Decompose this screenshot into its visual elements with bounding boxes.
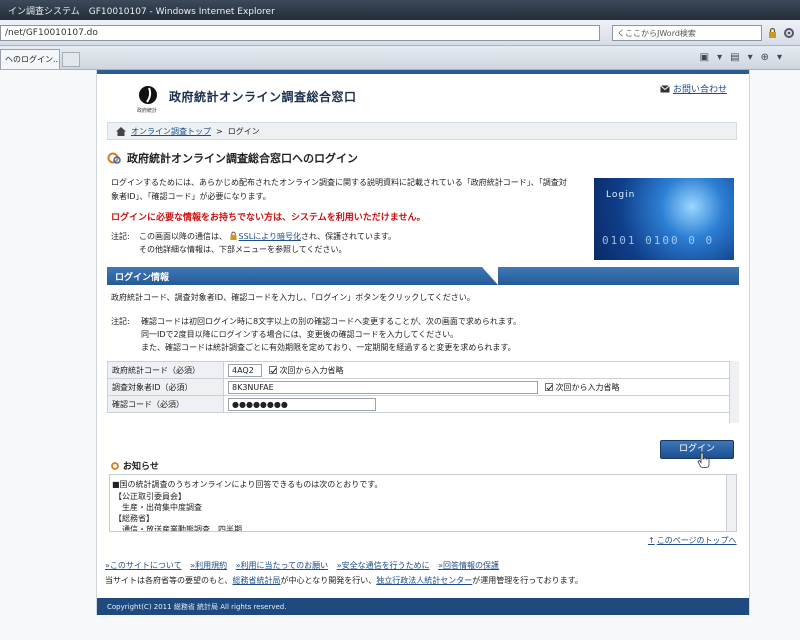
search-input[interactable]: くここからJWord検索 — [612, 25, 762, 41]
password-label: 確認コード（必須） — [107, 395, 224, 413]
page-title-text: 政府統計オンライン調査総合窓口へのログイン — [127, 152, 358, 165]
code-note-line: 確認コードは初回ログイン時に8文字以上の別の確認コードへ変更することが、次の画面… — [141, 317, 522, 326]
hand-cursor-icon — [697, 452, 710, 468]
id-label: 調査対象者ID（必須） — [107, 378, 224, 396]
remember-id-checkbox[interactable] — [544, 382, 553, 391]
ssl-link[interactable]: SSLにより暗号化 — [239, 232, 301, 241]
copyright: Copyright(C) 2011 総務省 統計局 All rights res… — [97, 598, 749, 615]
remember-id-label: 次回から入力省略 — [555, 382, 620, 392]
footer-link-request[interactable]: »利用に当たってのお願い — [236, 561, 329, 570]
note-text-c: その他詳細な情報は、下部メニューを参照してください。 — [139, 245, 347, 254]
login-form: 政府統計コード（必須） 4AQ2 次回から入力省略 調査対象者ID（必須） 8K… — [107, 361, 739, 413]
remember-code-checkbox[interactable] — [268, 365, 277, 374]
address-bar: /net/GF10010107.do くここからJWord検索 — [0, 20, 800, 46]
remember-code-label: 次回から入力省略 — [279, 365, 344, 375]
login-info-header: ログイン情報 — [107, 267, 739, 285]
statistics-center-link[interactable]: 独立行政法人統計センター — [376, 576, 472, 585]
logo-caption: 政府統計 — [137, 108, 158, 114]
news-heading-text: お知らせ — [123, 462, 159, 472]
footer-link-privacy[interactable]: »回答情報の保護 — [438, 561, 499, 570]
footer-link-about[interactable]: »このサイトについて — [105, 561, 182, 570]
mail-icon — [660, 84, 670, 92]
toolbar-icons[interactable]: ▣▾▤▾⊕▾ — [700, 52, 790, 63]
contact-link[interactable]: お問い合わせ — [660, 82, 727, 95]
form-row-password: 確認コード（必須） ●●●●●●●● — [107, 395, 739, 413]
form-row-id: 調査対象者ID（必須） 8K3NUFAE 次回から入力省略 — [107, 378, 739, 396]
respondent-id-input[interactable]: 8K3NUFAE — [228, 380, 538, 394]
code-note-label: 注記: — [111, 317, 130, 326]
logo-icon — [139, 86, 157, 104]
news-heading: お知らせ — [111, 459, 159, 472]
form-row-code: 政府統計コード（必須） 4AQ2 次回から入力省略 — [107, 361, 739, 379]
site-header: 政府統計 政府統計オンライン調査総合窓口 お問い合わせ — [97, 70, 749, 116]
breadcrumb-separator: > — [216, 126, 223, 136]
code-cell: 4AQ2 次回から入力省略 — [223, 361, 739, 379]
arrow-up-icon: ↑ — [648, 536, 655, 545]
footer-link-security[interactable]: »安全な通信を行うために — [337, 561, 430, 570]
news-line: 通信・放送産業動態調査 四半期 — [114, 525, 242, 532]
site-title[interactable]: 政府統計オンライン調査総合窓口 — [169, 88, 357, 105]
footer-note-c: が運用管理を行っております。 — [472, 576, 583, 585]
news-intro: ■国の統計調査のうちオンラインにより回答できるものは次のとおりです。 — [112, 480, 383, 489]
bullet-icon — [111, 461, 119, 470]
news-scrollbar[interactable] — [726, 475, 736, 531]
code-note-line: また、確認コードは統計調査ごとに有効期限を定めており、一定期間を経過すると変更を… — [141, 343, 516, 352]
confirmation-code-input[interactable]: ●●●●●●●● — [228, 397, 376, 411]
news-list: 【公正取引委員会】 生産・出荷集中度調査 【総務省】 通信・放送産業動態調査 四… — [114, 491, 714, 532]
lock-icon — [769, 27, 776, 38]
code-note-line: 同一IDで2度目以降にログインする場合には、変更後の確認コードを入力してください… — [141, 330, 459, 339]
lock-icon — [230, 231, 237, 240]
form-scrollbar[interactable] — [729, 361, 739, 423]
gear-icon[interactable] — [783, 27, 795, 39]
code-note: 注記: 確認コードは初回ログイン時に8文字以上の別の確認コードへ変更することが、… — [111, 315, 741, 354]
home-icon — [116, 126, 126, 136]
statistics-bureau-link[interactable]: 総務省統計局 — [233, 576, 281, 585]
intro-text: ログインするためには、あらかじめ配布されたオンライン調査に関する説明資料に記載さ… — [111, 178, 567, 201]
breadcrumb: オンライン調査トップ > ログイン — [107, 122, 737, 140]
footer-links: »このサイトについて »利用規約 »利用に当たってのお願い »安全な通信を行うた… — [105, 560, 745, 571]
footer-note-a: 当サイトは各府省等の要望のもと、 — [105, 576, 233, 585]
page-top-link[interactable]: ↑ このページのトップへ — [648, 535, 737, 546]
login-instruction: 政府統計コード、調査対象者ID、確認コードを入力し、「ログイン」ボタンをクリック… — [111, 293, 475, 302]
breadcrumb-home-link[interactable]: オンライン調査トップ — [131, 126, 211, 137]
header-decoration — [482, 267, 498, 285]
banner-word: Login — [606, 190, 636, 200]
warning-text: ログインに必要な情報をお持ちでない方は、システムを利用いただけません。 — [111, 213, 426, 223]
footer-note: 当サイトは各府省等の要望のもと、総務省統計局が中心となり開発を行い、独立行政法人… — [105, 575, 745, 586]
survey-code-input[interactable]: 4AQ2 — [228, 363, 262, 377]
password-cell: ●●●●●●●● — [223, 395, 739, 413]
contact-label: お問い合わせ — [672, 85, 727, 95]
footer-link-terms[interactable]: »利用規約 — [190, 561, 227, 570]
news-box[interactable]: ■国の統計調査のうちオンラインにより回答できるものは次のとおりです。 【公正取引… — [109, 474, 737, 532]
page-top-label: このページのトップへ — [656, 536, 737, 545]
banner-digits: 0101 0100 0 0 — [602, 234, 715, 247]
security-note: 注記: この画面以降の通信は、 SSLにより暗号化され、保護されています。 その… — [111, 230, 581, 256]
login-banner-image: Login 0101 0100 0 0 — [594, 178, 734, 260]
id-cell: 8K3NUFAE 次回から入力省略 — [223, 378, 739, 396]
page-title: 政府統計オンライン調査総合窓口へのログイン — [107, 150, 358, 166]
note-text-b: され、保護されています。 — [301, 232, 397, 241]
url-input[interactable]: /net/GF10010107.do — [0, 25, 600, 41]
browser-tab[interactable]: ヘのログイン... — [0, 49, 60, 69]
news-line: 【公正取引委員会】 — [114, 492, 186, 501]
ring-icon — [107, 152, 121, 164]
code-label: 政府統計コード（必須） — [107, 361, 224, 379]
note-label: 注記: — [111, 232, 130, 241]
breadcrumb-current: ログイン — [227, 126, 260, 136]
page-container: 政府統計 政府統計オンライン調査総合窓口 お問い合わせ オンライン調査トップ >… — [96, 70, 750, 615]
footer-note-b: が中心となり開発を行い、 — [280, 576, 377, 585]
news-line: 【総務省】 — [114, 514, 154, 523]
browser-viewport: 政府統計 政府統計オンライン調査総合窓口 お問い合わせ オンライン調査トップ >… — [0, 70, 800, 640]
news-line: 生産・出荷集中度調査 — [114, 503, 202, 512]
note-text-a: この画面以降の通信は、 — [139, 232, 227, 241]
tab-bar: ヘのログイン... ▣▾▤▾⊕▾ — [0, 46, 800, 70]
window-title: イン調査システム GF10010107 - Windows Internet E… — [0, 0, 800, 20]
login-info-title: ログイン情報 — [115, 273, 170, 283]
new-tab-button[interactable] — [62, 52, 80, 67]
